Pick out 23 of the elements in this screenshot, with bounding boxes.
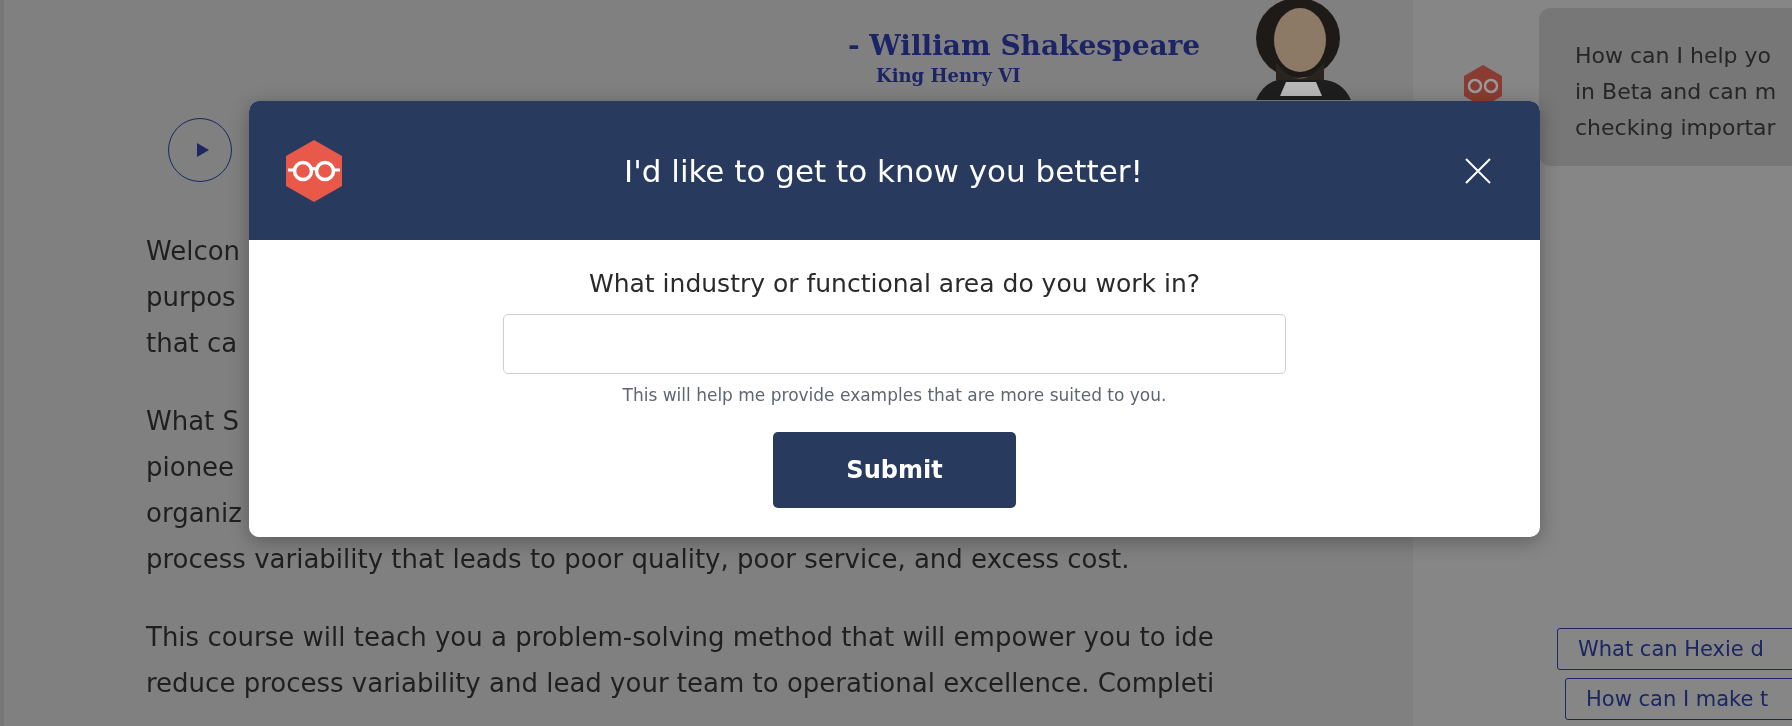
- paragraph-text: reduce process variability and lead your team to operational excellence. Completi: [146, 667, 1215, 700]
- dialog-title: I'd like to get to know you better!: [623, 152, 1144, 189]
- hint-text: This will help me provide examples that are more suited to you.: [622, 384, 1167, 407]
- input-field[interactable]: [503, 314, 1286, 374]
- question-text: What industry or functional area do you work in?: [588, 268, 1200, 300]
- quote-author: - William Shakespeare: [848, 28, 1202, 64]
- paragraph-text: purpos: [146, 281, 236, 314]
- paragraph-text: that ca: [146, 327, 238, 360]
- submit-button[interactable]: Submit: [773, 432, 1016, 508]
- suggestion-button[interactable]: How can I make t: [1565, 678, 1792, 720]
- chat-message-text: How can I help yo: [1575, 42, 1772, 70]
- glasses-logo-icon: [285, 138, 343, 203]
- suggestion-button[interactable]: What can Hexie d: [1557, 628, 1792, 670]
- paragraph-text: This course will teach you a problem-solving method that will empower you to ide: [146, 621, 1214, 654]
- quote-source: King Henry VI: [875, 64, 1022, 88]
- paragraph-text: process variability that leads to poor quality, poor service, and excess cost.: [146, 543, 1130, 576]
- paragraph-text: organiz: [146, 497, 242, 530]
- close-icon[interactable]: [1464, 156, 1492, 185]
- chat-message-text: checking importar: [1575, 114, 1777, 142]
- paragraph-text: Welcon: [146, 235, 241, 268]
- paragraph-text: What S: [146, 405, 240, 438]
- chat-message-text: in Beta and can m: [1575, 78, 1778, 106]
- paragraph-text: pionee: [146, 451, 235, 484]
